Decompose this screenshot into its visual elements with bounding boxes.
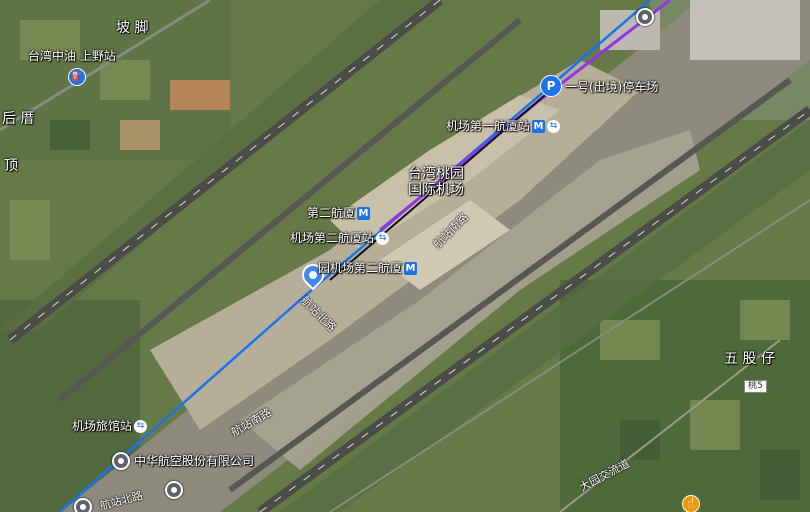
- parking-icon[interactable]: P: [540, 75, 562, 97]
- t2-rail-station-label[interactable]: 机场第二航厦站 ⇆: [290, 231, 390, 245]
- poi-pin-icon[interactable]: [636, 8, 654, 26]
- rail-icon: ⇆: [376, 232, 390, 245]
- t1-station-text: 机场第一航厦站: [446, 119, 531, 133]
- metro-icon: M: [532, 120, 546, 133]
- route-shield-tao5: 桃5: [744, 380, 767, 393]
- t2-metro-label[interactable]: 园机场第二航厦 M: [318, 261, 418, 275]
- place-label-wuguzai: 五 股 仔: [724, 351, 775, 367]
- parking-label[interactable]: 一号(出境)停车场: [565, 80, 658, 94]
- hotel-station-label[interactable]: 机场旅馆站 ⇆: [72, 419, 148, 433]
- place-label-poshoe: 坡 脚: [116, 20, 149, 36]
- place-label-houcuo: 后 厝: [2, 111, 35, 127]
- metro-icon: M: [357, 207, 371, 220]
- map-canvas[interactable]: 坡 脚 台湾中油 上野站 ⛽ 后 厝 顶 P 一号(出境)停车场 机场第一航厦站…: [0, 0, 810, 512]
- airport-name-line2[interactable]: 国际机场: [408, 182, 464, 198]
- poi-pin-icon[interactable]: [74, 498, 92, 512]
- poi-pin-icon[interactable]: [112, 452, 130, 470]
- place-label-ding: 顶: [4, 158, 18, 174]
- restaurant-icon[interactable]: 🍴: [682, 495, 700, 512]
- satellite-base: [0, 0, 810, 512]
- poi-pin-icon[interactable]: [165, 481, 183, 499]
- metro-icon: M: [404, 262, 418, 275]
- place-label-cpc-station[interactable]: 台湾中油 上野站: [28, 49, 116, 63]
- t2-short-label[interactable]: 第二航厦 M: [307, 206, 371, 220]
- fuel-station-icon[interactable]: ⛽: [68, 68, 86, 86]
- china-airlines-label[interactable]: 中华航空股份有限公司: [134, 454, 254, 468]
- rail-icon: ⇆: [134, 420, 148, 433]
- t2-metro-text: 园机场第二航厦: [318, 261, 403, 275]
- t2-short-text: 第二航厦: [307, 206, 356, 220]
- rail-icon: ⇆: [547, 120, 561, 133]
- t2-rail-station-text: 机场第二航厦站: [290, 231, 375, 245]
- t1-station-label[interactable]: 机场第一航厦站 M ⇆: [446, 119, 561, 133]
- airport-name-line1[interactable]: 台湾桃园: [408, 166, 464, 182]
- hotel-station-text: 机场旅馆站: [72, 419, 133, 433]
